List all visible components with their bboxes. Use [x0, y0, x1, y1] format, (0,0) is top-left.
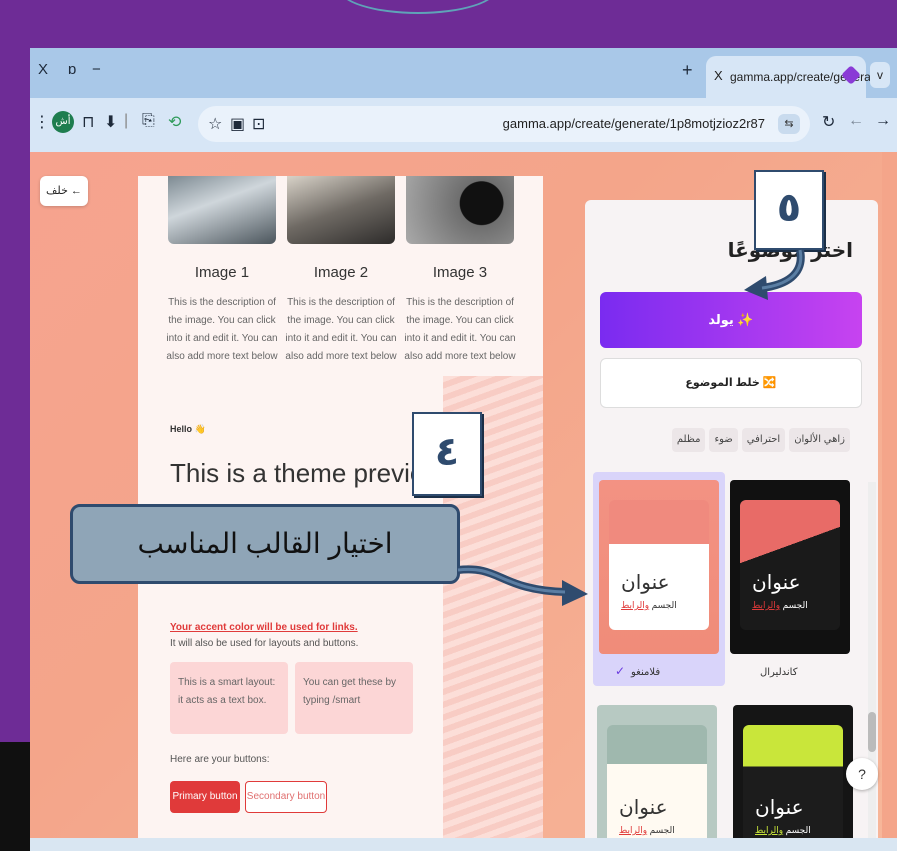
scrollbar-thumb[interactable] — [868, 712, 876, 752]
theme-list-scrollbar[interactable] — [868, 482, 876, 850]
image-title: Image 2 — [313, 264, 369, 281]
shuffle-theme-button[interactable]: خلط الموضوع 🔀 — [600, 358, 862, 408]
reload-icon[interactable]: ↻ — [822, 112, 835, 132]
preview-image-2 — [287, 176, 395, 244]
card-title: عنوان — [755, 797, 804, 819]
image-title: Image 3 — [432, 264, 488, 281]
cast-icon[interactable]: ⊡ — [252, 114, 265, 134]
tab-search-button[interactable]: v — [870, 62, 890, 88]
url-text[interactable]: gamma.app/create/generate/1p8motjzioz2r8… — [503, 116, 765, 131]
browser-tab[interactable]: X gamma.app/create/generate — [706, 56, 881, 98]
filter-chip[interactable]: مظلم — [671, 428, 706, 452]
minimize-window-icon[interactable]: − — [92, 61, 101, 78]
generate-button[interactable]: يولد ✨ — [600, 292, 862, 348]
image-title: Image 1 — [194, 264, 250, 281]
card-body-text: الجسم — [651, 600, 677, 610]
address-bar[interactable]: ☆ ▣ ⊡ gamma.app/create/generate/1p8motjz… — [198, 106, 810, 142]
bookmark-star-icon[interactable]: ☆ — [208, 114, 222, 134]
new-tab-button[interactable]: + — [682, 60, 693, 81]
smart-layout-box: You can get these by typing /smart — [295, 662, 413, 734]
bottom-bar — [30, 838, 897, 851]
card-body: الجسم والرابط — [621, 600, 677, 611]
card-body-text: الجسم — [649, 825, 675, 835]
site-controls-button[interactable]: ⇆ — [778, 114, 800, 134]
card-link-text: والرابط — [755, 825, 784, 835]
refresh-extension-icon[interactable]: ⟲ — [168, 112, 181, 132]
primary-button[interactable]: Primary button — [170, 781, 240, 813]
card-title: عنوان — [619, 797, 668, 819]
step-5-badge: ٥ — [754, 170, 824, 250]
annotation-callout: اختيار القالب المناسب — [70, 504, 460, 584]
theme-card[interactable]: عنوان الجسم والرابط — [597, 705, 722, 851]
image-description: This is the description of the image. Yo… — [166, 297, 278, 362]
back-button[interactable]: خلف ← — [40, 176, 88, 206]
decorative-oval — [338, 0, 498, 14]
card-body: الجسم والرابط — [619, 825, 675, 836]
theme-card[interactable]: عنوان الجسم والرابط كاندليرال — [730, 480, 855, 680]
gamma-page: خلف ← Image 1 Image 2 Image 3 This is th… — [30, 152, 897, 851]
extensions-icon[interactable]: ⎘ — [142, 112, 155, 130]
theme-preview-title: This is a theme preview — [170, 458, 444, 488]
back-arrow-icon[interactable]: ← — [848, 112, 864, 130]
theme-name: فلامنغو — [631, 667, 661, 678]
forward-arrow-icon[interactable]: → — [875, 112, 891, 130]
card-link-text: والرابط — [621, 600, 650, 610]
page-edge — [882, 152, 897, 851]
theme-card-thumbnail: عنوان الجسم والرابط — [733, 705, 853, 851]
card-body: الجسم والرابط — [755, 825, 811, 836]
secondary-button[interactable]: Secondary button — [245, 781, 327, 813]
theme-card[interactable]: عنوان الجسم والرابط — [733, 705, 858, 851]
preview-image-1 — [168, 176, 276, 244]
card-body: الجسم والرابط — [752, 600, 808, 611]
card-body-text: الجسم — [782, 600, 808, 610]
translate-icon[interactable]: ▣ — [230, 114, 245, 134]
theme-filters: زاهي الألواناحترافيضوءمظلم — [668, 428, 850, 452]
filter-chip[interactable]: زاهي الألوان — [789, 428, 850, 452]
card-body-text: الجسم — [785, 825, 811, 835]
title-bar: X ɒ − + X gamma.app/create/generate v — [30, 48, 897, 98]
filter-chip[interactable]: ضوء — [709, 428, 738, 452]
restore-window-icon[interactable]: ɒ — [68, 61, 76, 78]
filter-chip[interactable]: احترافي — [741, 428, 786, 452]
preview-image-3 — [406, 176, 514, 244]
card-content: عنوان الجسم والرابط — [609, 500, 709, 630]
smart-layout-box: This is a smart layout: it acts as a tex… — [170, 662, 288, 734]
card-content: عنوان الجسم والرابط — [607, 725, 707, 851]
menu-icon[interactable]: ⋮ — [34, 112, 50, 132]
tab-close-icon[interactable]: X — [714, 68, 723, 83]
card-link-text: والرابط — [619, 825, 648, 835]
theme-panel: اختر موضوعًا يولد ✨ خلط الموضوع 🔀 زاهي ا… — [585, 200, 878, 851]
download-icon[interactable]: ⬇ — [104, 112, 117, 132]
theme-card-thumbnail: عنوان الجسم والرابط — [599, 480, 719, 654]
hello-text: Hello 👋 — [170, 424, 206, 434]
buttons-label: Here are your buttons: — [170, 754, 270, 765]
card-link-text: والرابط — [752, 600, 781, 610]
browser-toolbar: ⋮ أش ⊓ ⬇ | ⎘ ⟲ ☆ ▣ ⊡ gamma.app/create/ge… — [30, 98, 897, 152]
card-content: عنوان الجسم والرابط — [743, 725, 843, 851]
sidebar-icon[interactable]: ⊓ — [82, 112, 94, 132]
separator: | — [124, 112, 129, 129]
help-button[interactable]: ? — [846, 758, 878, 790]
card-title: عنوان — [621, 572, 670, 594]
selected-check-icon: ✓ — [615, 664, 626, 678]
accent-link[interactable]: Your accent color will be used for links… — [170, 622, 358, 633]
profile-avatar[interactable]: أش — [52, 111, 74, 133]
card-title: عنوان — [752, 572, 801, 594]
accent-subtext: It will also be used for layouts and but… — [170, 638, 359, 649]
step-4-badge: ٤ — [412, 412, 482, 496]
image-description: This is the description of the image. Yo… — [404, 297, 516, 362]
image-description: This is the description of the image. Yo… — [285, 297, 397, 362]
card-content: عنوان الجسم والرابط — [740, 500, 840, 630]
theme-card-selected[interactable]: عنوان الجسم والرابط ✓ فلامنغو — [593, 472, 725, 686]
theme-card-thumbnail: عنوان الجسم والرابط — [597, 705, 717, 851]
theme-card-thumbnail: عنوان الجسم والرابط — [730, 480, 850, 654]
side-strip — [0, 742, 30, 851]
close-window-icon[interactable]: X — [38, 61, 48, 78]
theme-name: كاندليرال — [760, 667, 798, 678]
